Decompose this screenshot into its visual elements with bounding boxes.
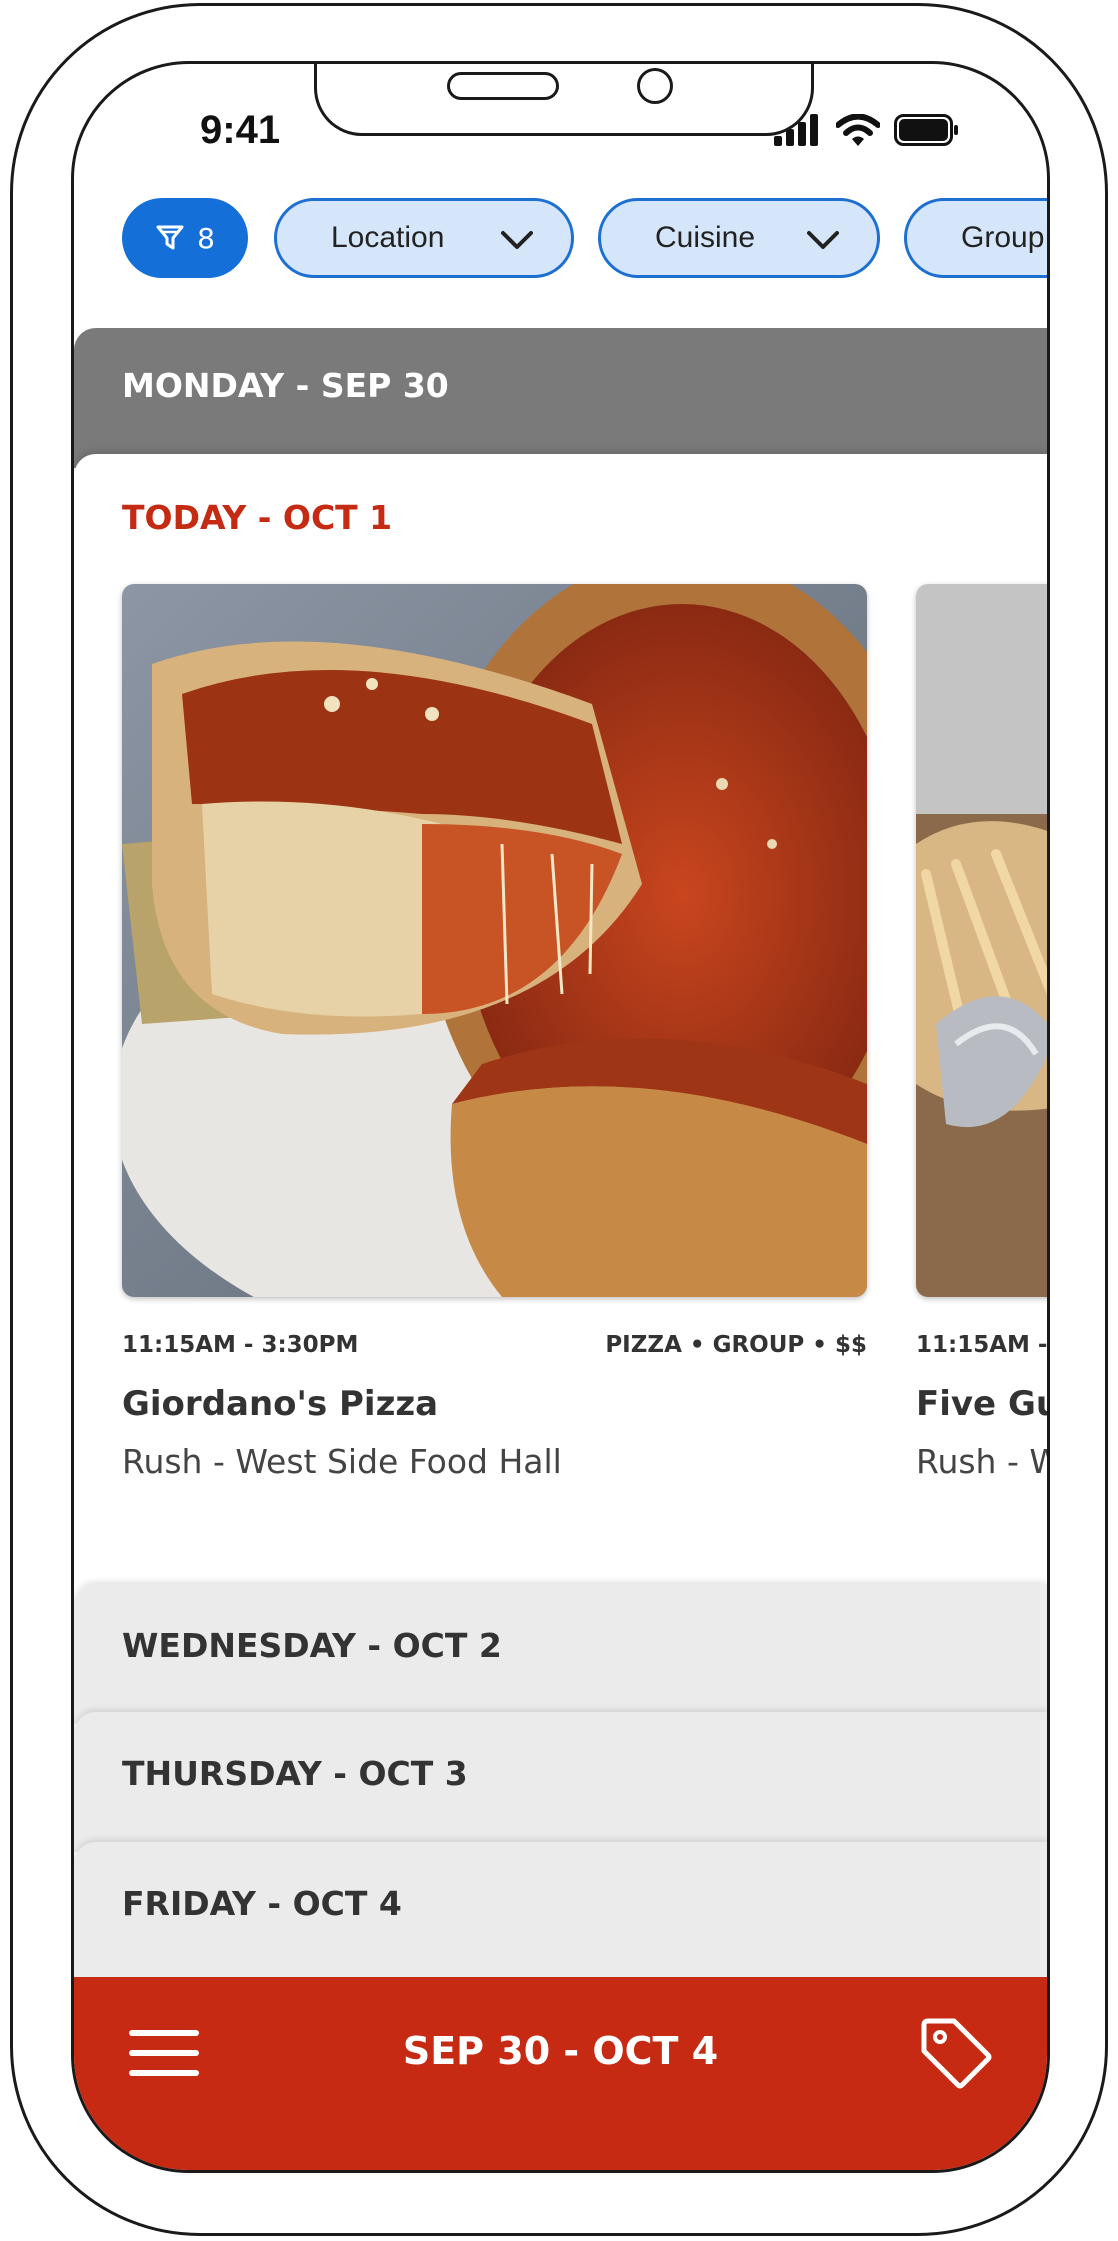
filter-icon bbox=[156, 225, 184, 250]
today-label: TODAY - OCT 1 bbox=[122, 498, 393, 537]
wifi-icon bbox=[836, 114, 880, 146]
day-label: FRIDAY - OCT 4 bbox=[122, 1884, 402, 1923]
restaurant-name: Five Guys bbox=[916, 1384, 1047, 1424]
app-screen: 9:41 8 Location Cuisine Group MONDAY - S… bbox=[71, 61, 1050, 2173]
day-accordion-thursday[interactable]: THURSDAY - OCT 3 bbox=[74, 1712, 1047, 1852]
chip-label: Location bbox=[331, 221, 445, 254]
front-camera bbox=[637, 68, 673, 104]
restaurant-location: Rush - West Side Food Hall bbox=[916, 1442, 1047, 1481]
speaker-grille bbox=[447, 72, 559, 100]
restaurant-card[interactable]: 11:15AM - 3:30PM PIZZA • GROUP • $$ Gior… bbox=[122, 584, 867, 1481]
today-panel: TODAY - OCT 1 11:15AM - 3:30PM PIZZA • G… bbox=[74, 454, 1047, 1694]
restaurant-name: Giordano's Pizza bbox=[122, 1384, 439, 1424]
restaurant-location: Rush - West Side Food Hall bbox=[122, 1442, 562, 1481]
day-accordion-wednesday[interactable]: WEDNESDAY - OCT 2 bbox=[74, 1584, 1047, 1724]
chevron-down-icon bbox=[501, 231, 533, 249]
restaurant-card[interactable]: 11:15AM - 3:30PM Five Guys Rush - West S… bbox=[916, 584, 1047, 1481]
filter-count-button[interactable]: 8 bbox=[122, 198, 248, 278]
day-accordion-friday[interactable]: FRIDAY - OCT 4 bbox=[74, 1842, 1047, 1982]
date-range-title[interactable]: SEP 30 - OCT 4 bbox=[74, 2029, 1047, 2073]
device-notch bbox=[314, 64, 814, 136]
filter-bar: 8 Location Cuisine Group bbox=[74, 198, 1047, 288]
day-label: MONDAY - SEP 30 bbox=[122, 366, 449, 405]
card-meta: 11:15AM - 3:30PM bbox=[916, 1332, 1048, 1368]
tag-icon[interactable] bbox=[918, 2015, 994, 2091]
card-hours: 11:15AM - 3:30PM bbox=[122, 1332, 359, 1358]
group-filter-chip[interactable]: Group bbox=[904, 198, 1047, 278]
chip-label: Cuisine bbox=[655, 221, 756, 254]
day-label: THURSDAY - OCT 3 bbox=[122, 1754, 468, 1793]
card-tags: PIZZA • GROUP • $$ bbox=[605, 1332, 867, 1358]
status-time: 9:41 bbox=[200, 108, 281, 152]
chip-label: Group bbox=[961, 221, 1045, 254]
bottom-bar: SEP 30 - OCT 4 bbox=[74, 1977, 1047, 2170]
location-filter-chip[interactable]: Location bbox=[274, 198, 574, 278]
cuisine-filter-chip[interactable]: Cuisine bbox=[598, 198, 880, 278]
food-photo bbox=[122, 584, 867, 1297]
card-hours: 11:15AM - 3:30PM bbox=[916, 1332, 1048, 1358]
chevron-down-icon bbox=[807, 231, 839, 249]
card-meta: 11:15AM - 3:30PM PIZZA • GROUP • $$ bbox=[122, 1332, 867, 1368]
food-photo bbox=[916, 584, 1047, 1297]
day-label: WEDNESDAY - OCT 2 bbox=[122, 1626, 502, 1665]
day-header-past[interactable]: MONDAY - SEP 30 bbox=[74, 328, 1047, 468]
battery-icon bbox=[894, 114, 958, 146]
filter-count-label: 8 bbox=[197, 221, 215, 255]
